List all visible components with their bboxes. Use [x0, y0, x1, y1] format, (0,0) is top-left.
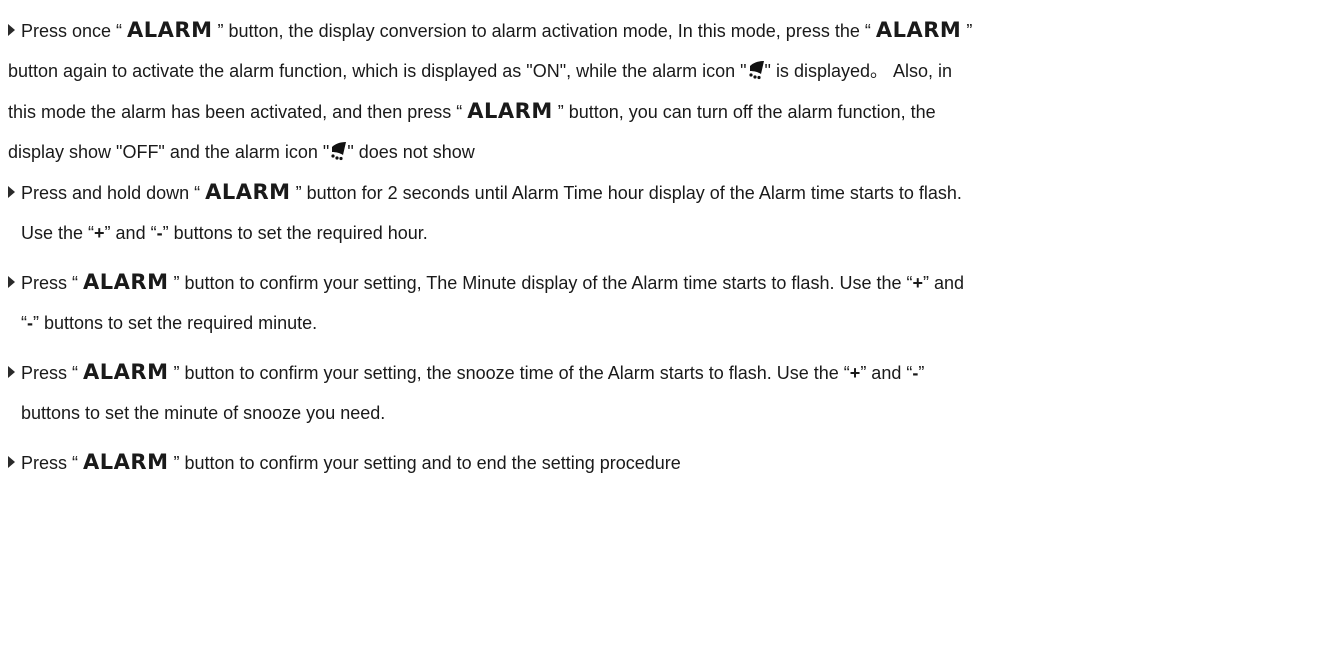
text-line: buttons to set the minute of snooze you … [21, 403, 386, 423]
text-line: Press once “ ALARM ” button, the display… [8, 10, 1322, 51]
alarm-button-label: ALARM [83, 360, 169, 384]
alarm-button-label: ALARM [205, 180, 291, 204]
alarm-button-label: ALARM [467, 99, 553, 123]
manual-page: Press once “ ALARM ” button, the display… [0, 0, 1336, 646]
arrow-right-icon [8, 276, 15, 288]
alarm-button-label: ALARM [875, 18, 962, 42]
bullet-set-snooze: Press “ ALARM ” button to confirm your s… [8, 352, 1322, 433]
arrow-right-icon [8, 456, 15, 468]
bullet-alarm-activation: Press once “ ALARM ” button, the display… [8, 10, 1322, 172]
plus-symbol: + [912, 273, 923, 293]
text-line: display show "OFF" and the alarm icon " "… [8, 141, 475, 162]
text-line: this mode the alarm has been activated, … [8, 99, 936, 123]
alarm-bell-icon [329, 141, 347, 161]
arrow-right-icon [8, 24, 15, 36]
text-line: button again to activate the alarm funct… [8, 60, 953, 81]
alarm-bell-icon [747, 60, 765, 80]
alarm-button-label: ALARM [83, 450, 169, 474]
bullet-set-minute: Press “ ALARM ” button to confirm your s… [8, 262, 1322, 343]
arrow-right-icon [8, 186, 15, 198]
text-line: Use the “+” and “-” buttons to set the r… [21, 223, 428, 243]
bullet-set-hour: Press and hold down “ ALARM ” button for… [8, 172, 1322, 253]
plus-symbol: + [849, 363, 861, 383]
bullet-confirm-end: Press “ ALARM ” button to confirm your s… [8, 442, 1322, 483]
alarm-button-label: ALARM [83, 270, 169, 294]
plus-symbol: + [94, 223, 105, 243]
arrow-right-icon [8, 366, 15, 378]
alarm-button-label: ALARM [127, 18, 213, 42]
text-line: “-” buttons to set the required minute. [21, 313, 318, 333]
